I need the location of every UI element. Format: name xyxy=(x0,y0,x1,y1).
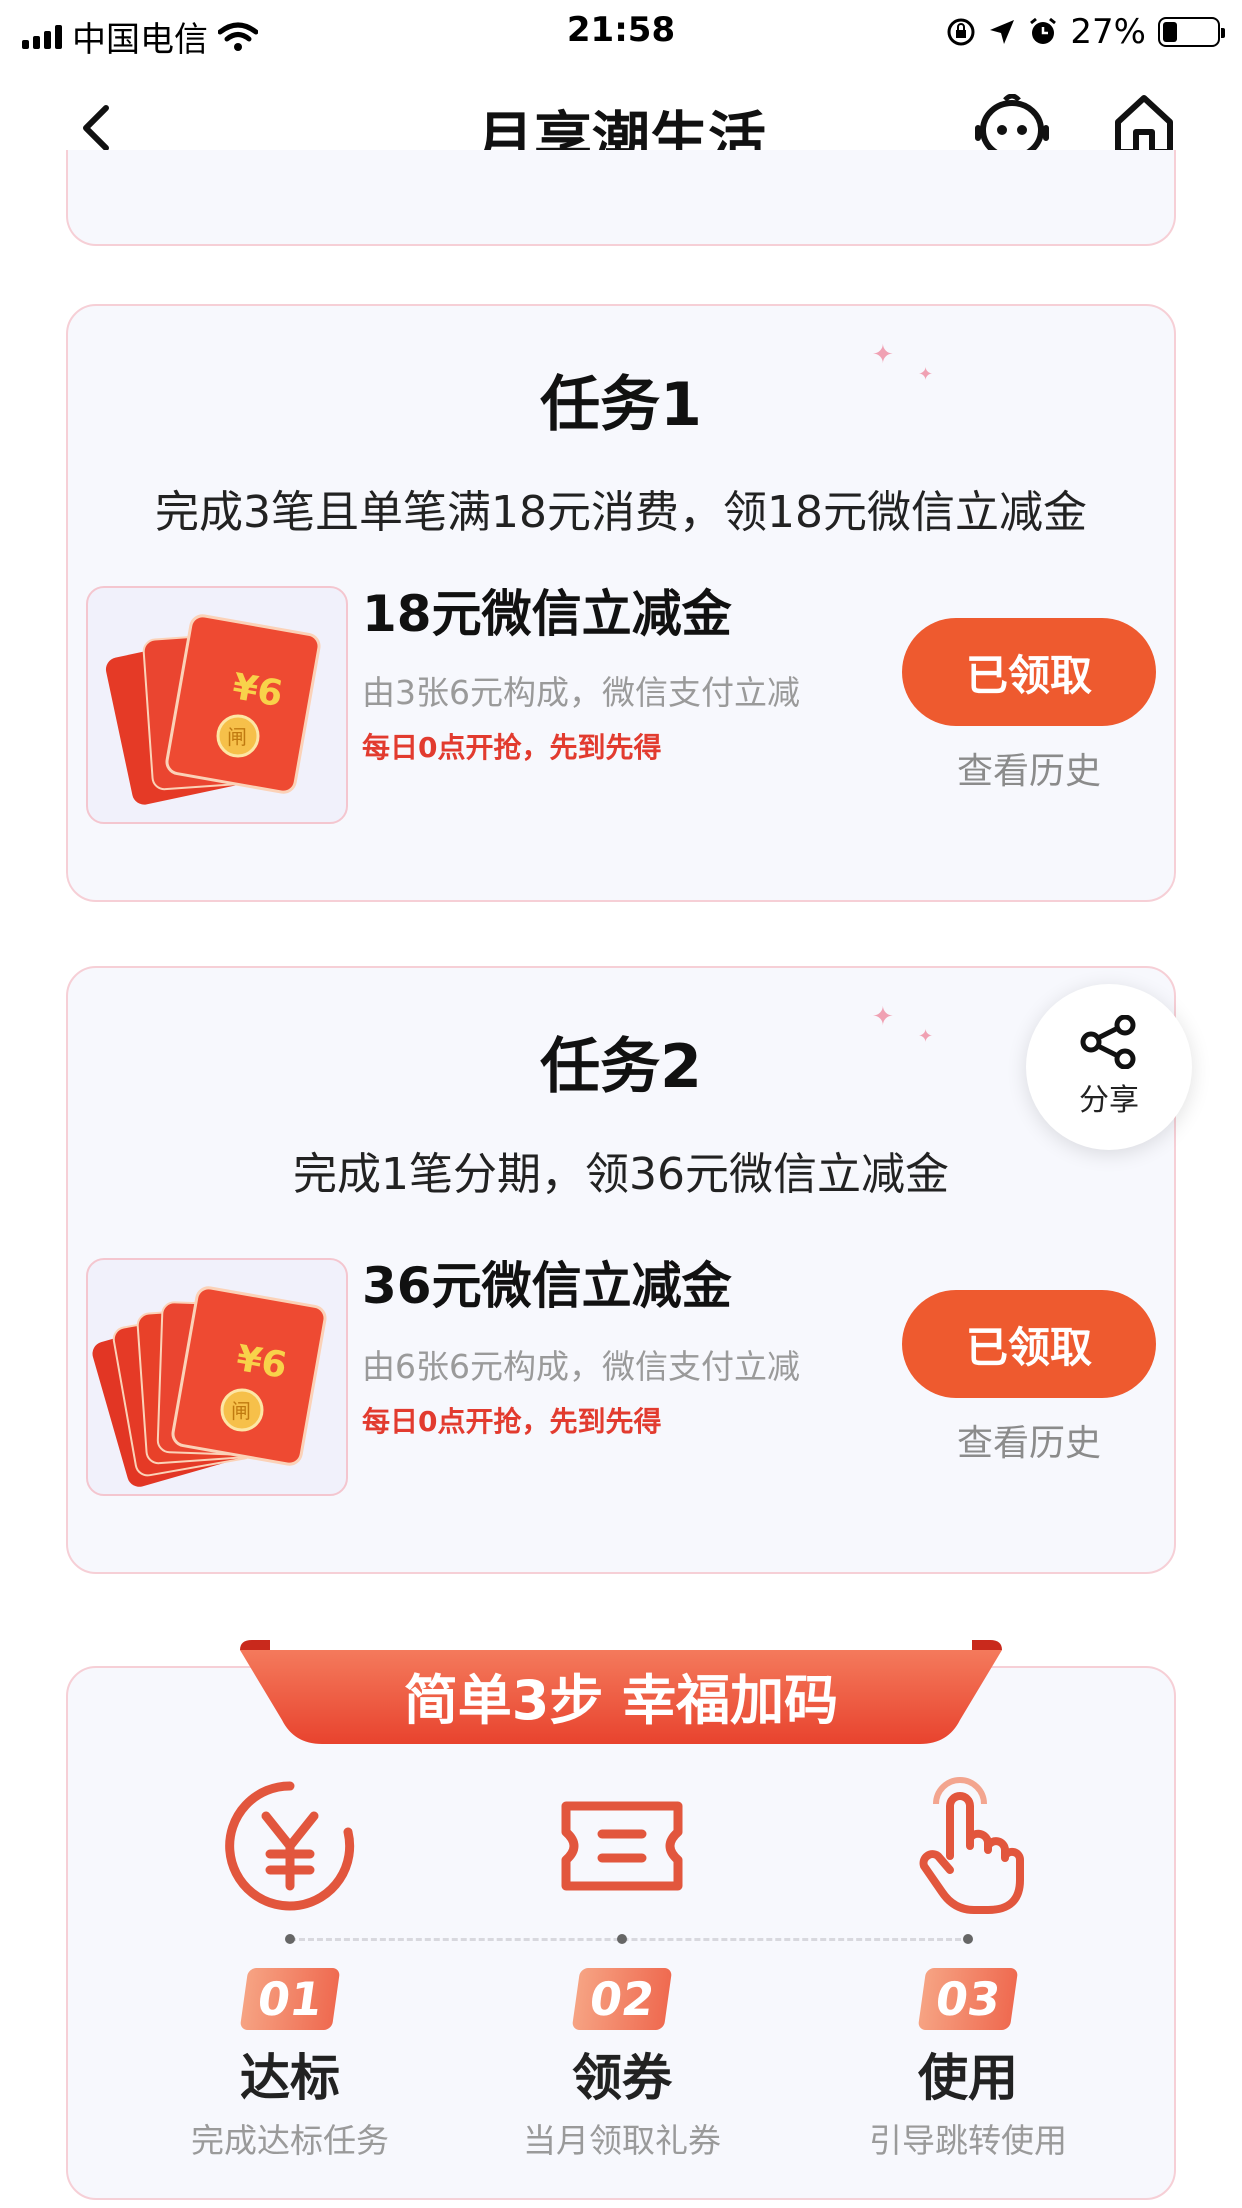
battery-percent: 27% xyxy=(1070,12,1146,52)
step-2: 02 领券 当月领取礼券 xyxy=(472,1776,772,2162)
alarm-icon xyxy=(1030,17,1057,44)
share-icon xyxy=(1080,1015,1136,1069)
previous-card-bottom xyxy=(66,150,1176,246)
ticket-icon xyxy=(561,1801,683,1891)
view-history-link[interactable]: 查看历史 xyxy=(902,1414,1156,1466)
step-number: 02 xyxy=(571,1968,673,2030)
steps-banner-title: 简单3步 幸福加码 xyxy=(403,1669,839,1732)
step-3: 03 使用 引导跳转使用 xyxy=(818,1776,1118,2162)
tap-hand-icon xyxy=(919,1777,1024,1914)
task-title: 任务2 xyxy=(68,1018,1174,1111)
share-button[interactable]: 分享 xyxy=(1026,984,1192,1150)
claimed-button[interactable]: 已领取 xyxy=(902,1290,1156,1398)
home-icon[interactable] xyxy=(1112,92,1176,158)
step-number: 03 xyxy=(917,1968,1019,2030)
prize-subtitle: 由6张6元构成，微信支付立减 xyxy=(362,1347,800,1386)
step-number: 01 xyxy=(239,1968,341,2030)
task-title: 任务1 xyxy=(68,356,1174,449)
red-envelope-image: ¥6 闸 xyxy=(86,1258,348,1496)
envelope-seal: 闸 xyxy=(227,725,247,749)
share-label: 分享 xyxy=(1079,1083,1139,1118)
envelope-seal: 闸 xyxy=(231,1399,251,1423)
envelope-amount: ¥6 xyxy=(233,1338,289,1387)
prize-name: 36元微信立减金 xyxy=(362,1257,732,1315)
view-history-link[interactable]: 查看历史 xyxy=(902,742,1156,794)
step-title: 领券 xyxy=(572,2049,672,2107)
step-subtitle: 当月领取礼券 xyxy=(523,2121,721,2160)
prize-subtitle: 由3张6元构成，微信支付立减 xyxy=(362,673,800,712)
location-icon xyxy=(990,20,1015,44)
step-title: 达标 xyxy=(240,2049,340,2107)
task-description: 完成1笔分期，领36元微信立减金 xyxy=(293,1149,949,1200)
claimed-button[interactable]: 已领取 xyxy=(902,618,1156,726)
yen-coin-icon xyxy=(225,1781,355,1911)
prize-hint: 每日0点开抢，先到先得 xyxy=(362,731,662,764)
step-subtitle: 引导跳转使用 xyxy=(869,2121,1067,2160)
step-subtitle: 完成达标任务 xyxy=(191,2121,389,2160)
step-1: 01 达标 完成达标任务 xyxy=(140,1776,440,2162)
task-description: 完成3笔且单笔满18元消费，领18元微信立减金 xyxy=(155,487,1087,538)
task-card-2: ✦ ✦ 任务2 完成1笔分期，领36元微信立减金 ¥6 闸 36元微信立减金 由… xyxy=(66,966,1176,1574)
orientation-lock-icon xyxy=(947,18,975,46)
step-title: 使用 xyxy=(918,2049,1018,2107)
envelope-amount: ¥6 xyxy=(229,666,285,715)
prize-hint: 每日0点开抢，先到先得 xyxy=(362,1405,662,1438)
status-bar: 中国电信 21:58 27% xyxy=(0,0,1242,62)
battery-icon xyxy=(1158,17,1225,47)
prize-name: 18元微信立减金 xyxy=(362,585,732,643)
task-card-1: ✦ ✦ 任务1 完成3笔且单笔满18元消费，领18元微信立减金 ¥6 闸 18元… xyxy=(66,304,1176,902)
red-envelope-image: ¥6 闸 xyxy=(86,586,348,824)
